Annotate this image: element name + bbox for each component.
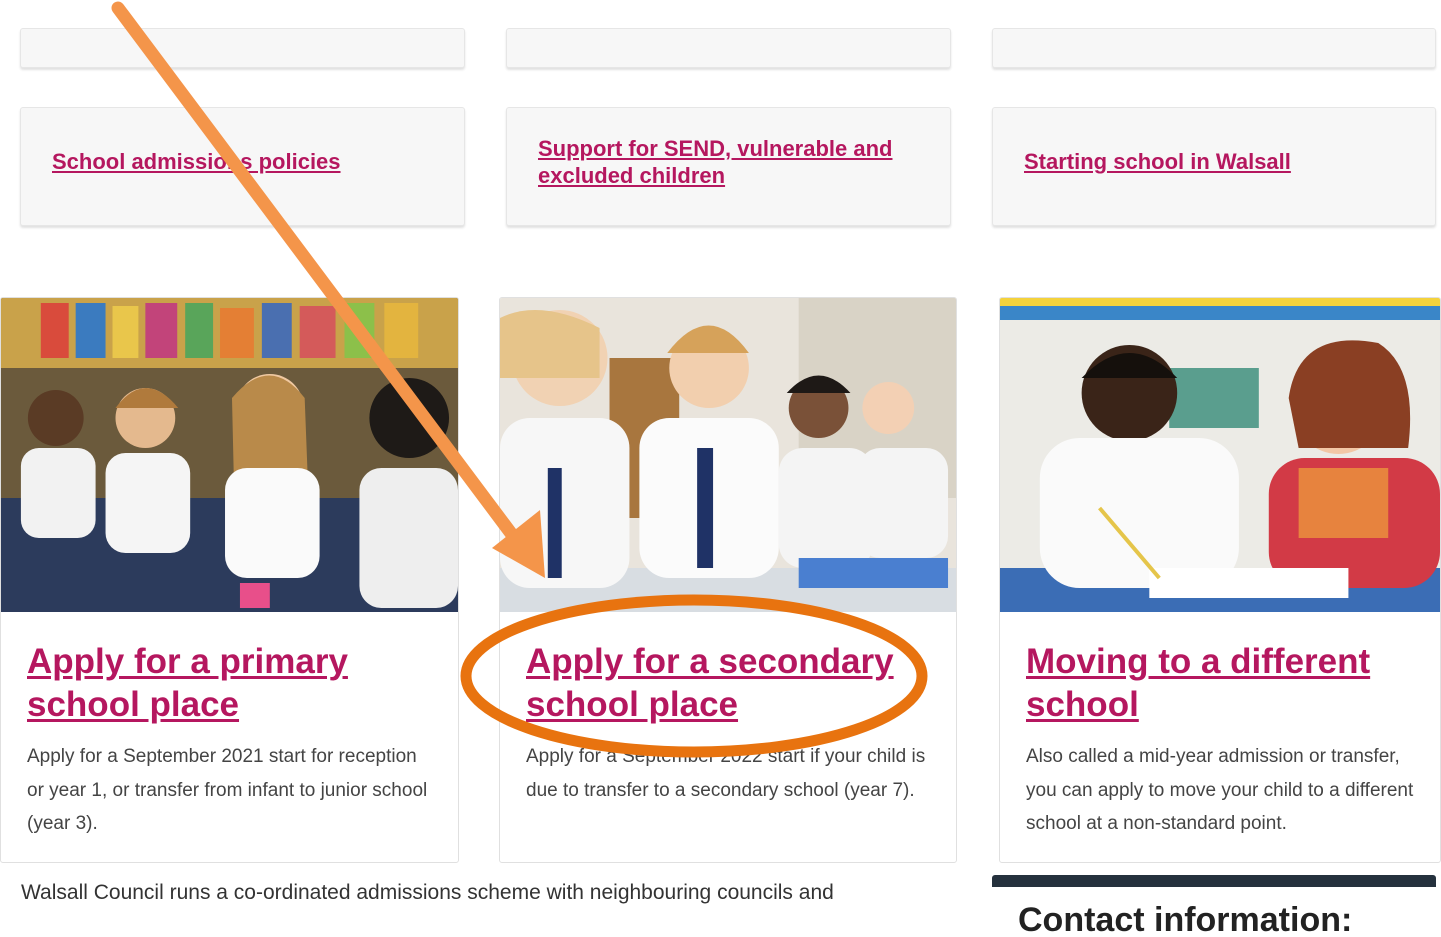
secondary-card-description: Apply for a September 2022 start if your… (526, 746, 926, 801)
support-send-link[interactable]: Support for SEND, vulnerable and exclude… (538, 135, 919, 189)
moving-different-school-link[interactable]: Moving to a different school (1026, 640, 1420, 726)
link-card-admissions-policies[interactable]: School admissions policies (20, 107, 465, 226)
link-card-starting-school[interactable]: Starting school in Walsall (992, 107, 1436, 226)
moving-card-description: Also called a mid-year admission or tran… (1026, 746, 1414, 834)
apply-secondary-school-link[interactable]: Apply for a secondary school place (526, 640, 936, 726)
card-primary-school[interactable]: Apply for a primary school place Apply f… (0, 297, 459, 863)
primary-card-description: Apply for a September 2021 start for rec… (27, 746, 428, 834)
school-admissions-policies-link[interactable]: School admissions policies (52, 148, 433, 175)
classroom-children-photo (1, 298, 458, 612)
card-secondary-school[interactable]: Apply for a secondary school place Apply… (499, 297, 957, 863)
partial-card-2 (506, 28, 951, 68)
partial-card-3 (992, 28, 1436, 68)
contact-information-box: Contact information: (992, 875, 1436, 937)
starting-school-walsall-link[interactable]: Starting school in Walsall (1024, 148, 1404, 175)
admissions-scheme-text: Walsall Council runs a co-ordinated admi… (21, 881, 834, 904)
link-card-send-support[interactable]: Support for SEND, vulnerable and exclude… (506, 107, 951, 226)
contact-header-bar (992, 875, 1436, 887)
apply-primary-school-link[interactable]: Apply for a primary school place (27, 640, 438, 726)
card-moving-school[interactable]: Moving to a different school Also called… (999, 297, 1441, 863)
secondary-students-photo (500, 298, 956, 612)
contact-heading: Contact information: (1018, 901, 1353, 937)
partial-card-1 (20, 28, 465, 68)
teacher-pupil-photo (1000, 298, 1440, 612)
